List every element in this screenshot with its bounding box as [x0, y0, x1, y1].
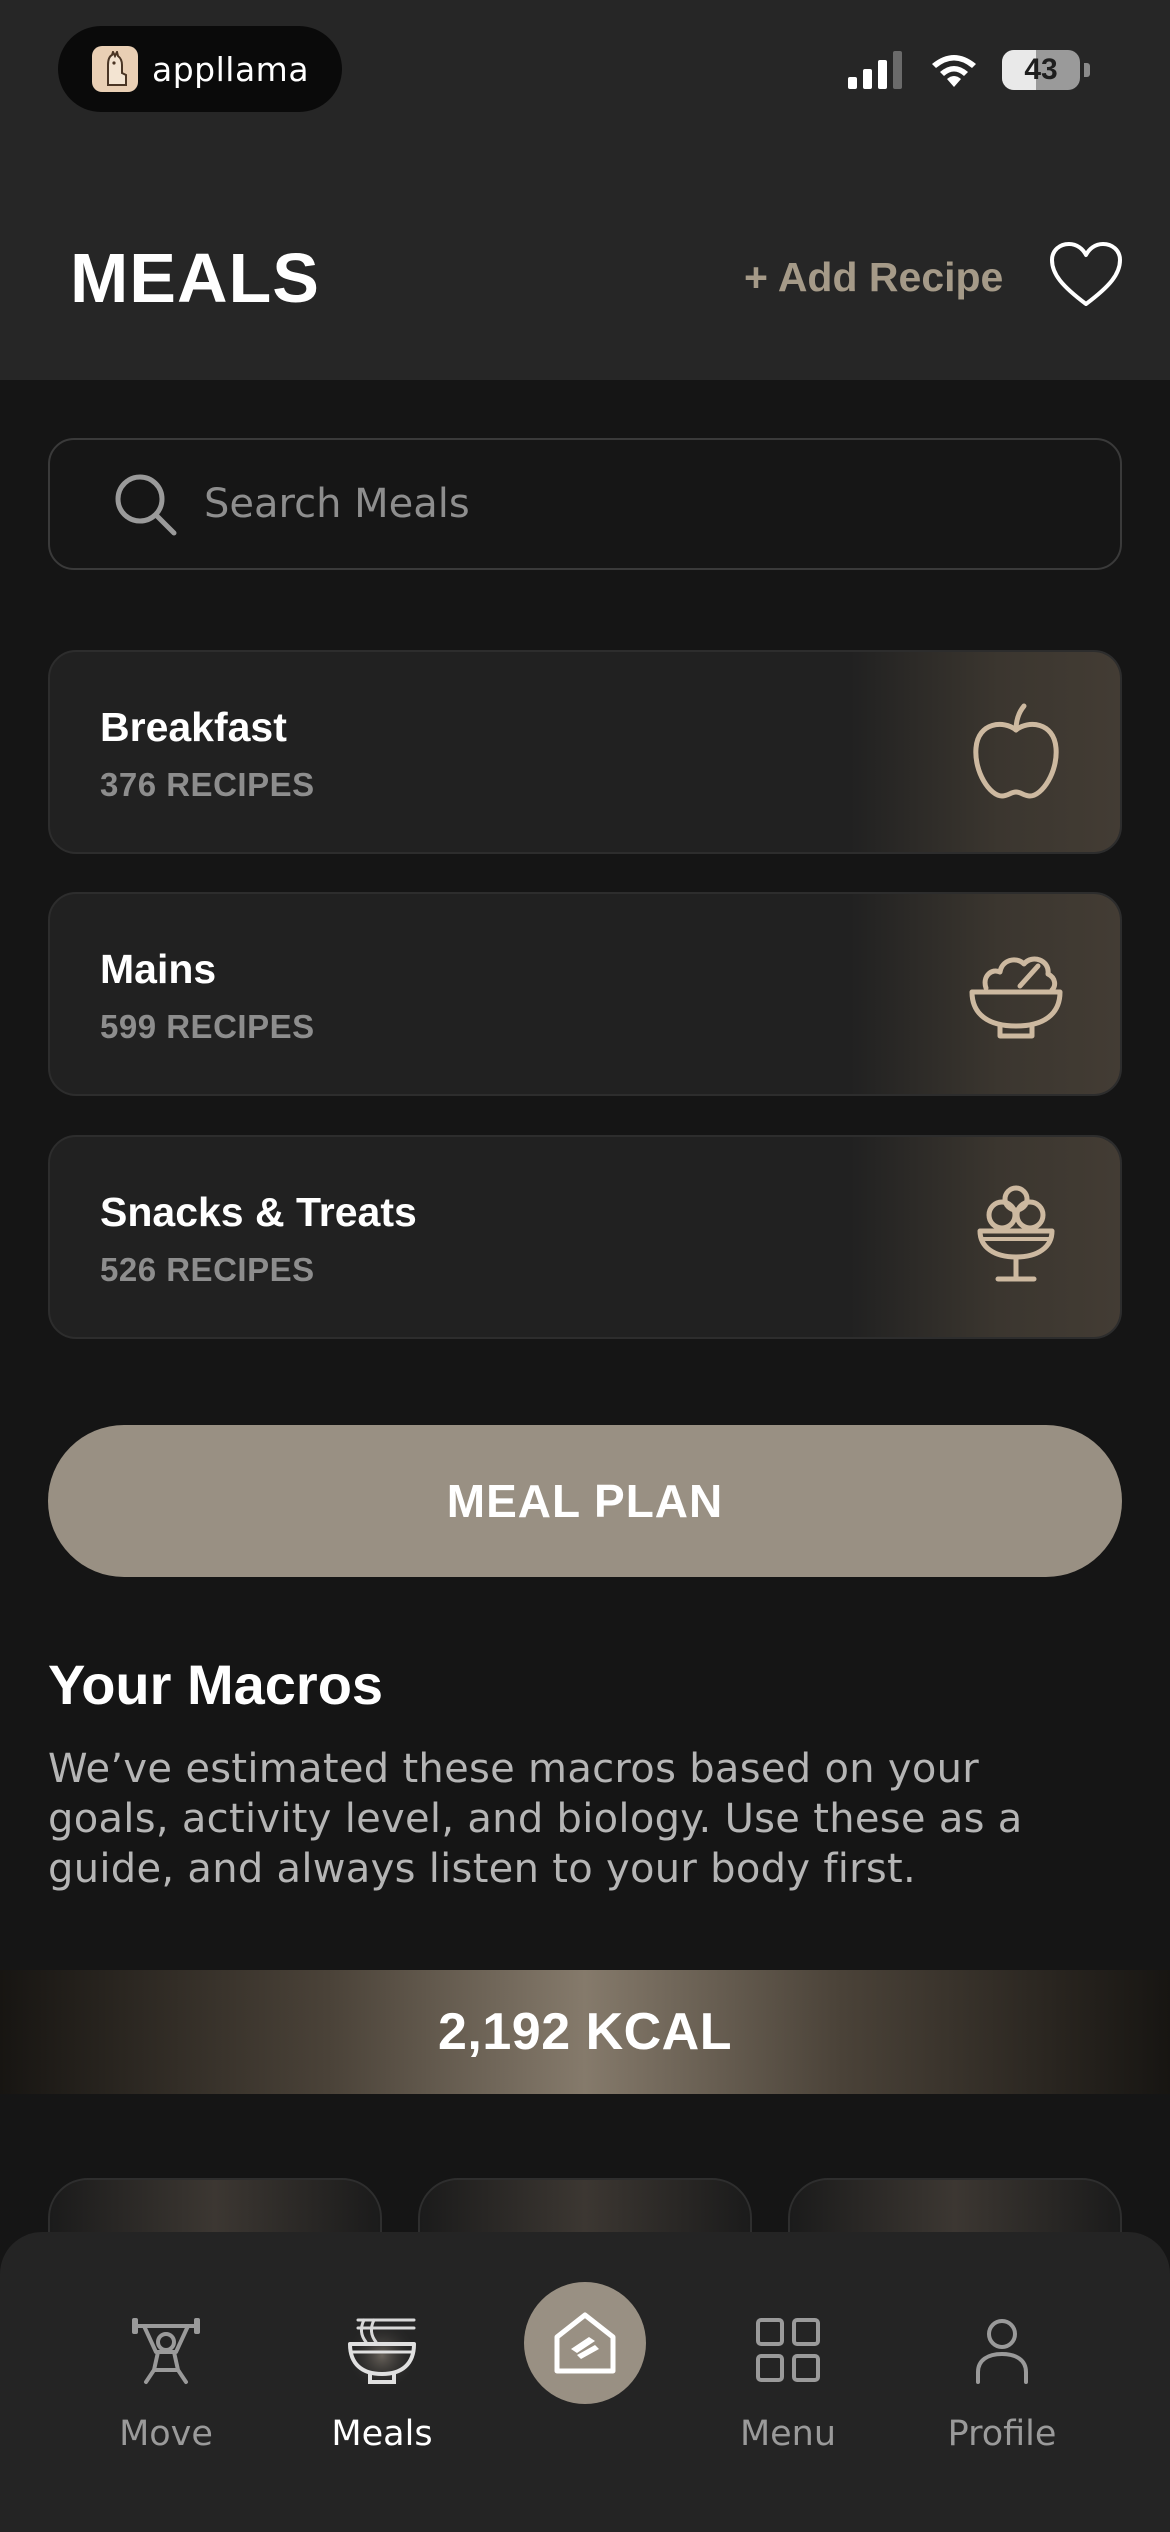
category-card-snacks[interactable]: Snacks & Treats 526 RECIPES — [48, 1135, 1122, 1339]
heart-icon[interactable] — [1048, 240, 1124, 310]
category-title: Snacks & Treats — [100, 1189, 417, 1235]
macros-description: We’ve estimated these macros based on yo… — [48, 1746, 1023, 1892]
ice-cream-icon — [977, 1185, 1055, 1282]
tab-label: Profile — [947, 2414, 1057, 2454]
signal-icon — [848, 51, 902, 89]
category-count: 599 RECIPES — [100, 1008, 315, 1045]
category-title: Breakfast — [100, 704, 287, 750]
home-logo-icon — [554, 2312, 616, 2374]
kcal-value: 2,192 KCAL — [438, 2003, 732, 2061]
tab-menu[interactable]: Menu — [698, 2312, 878, 2472]
header: appllama 43 MEALS + Add Recipe — [0, 0, 1170, 380]
person-icon — [976, 2319, 1028, 2384]
category-count: 376 RECIPES — [100, 766, 315, 803]
kcal-banner: 2,192 KCAL — [0, 1970, 1170, 2094]
battery-nub — [1084, 63, 1090, 77]
weightlifter-icon — [132, 2318, 200, 2384]
salad-bowl-icon — [969, 956, 1063, 1039]
search-icon — [115, 474, 177, 536]
tab-profile[interactable]: Profile — [912, 2312, 1092, 2472]
category-count: 526 RECIPES — [100, 1251, 315, 1288]
tab-meals[interactable]: Meals — [292, 2312, 472, 2472]
app-badge[interactable]: appllama — [58, 26, 342, 112]
battery-level: 43 — [1024, 53, 1058, 86]
apple-icon — [973, 703, 1059, 799]
llama-logo-icon — [92, 46, 138, 92]
tab-move[interactable]: Move — [76, 2312, 256, 2472]
status-icons: 43 — [848, 50, 1090, 90]
tab-label: Move — [119, 2414, 213, 2454]
page-title: MEALS — [70, 239, 320, 317]
noodle-bowl-icon — [346, 2316, 418, 2388]
tab-label: Menu — [739, 2414, 837, 2454]
tab-bar: Move Meals Menu Profile — [0, 2232, 1170, 2532]
search-bar[interactable] — [48, 438, 1122, 570]
meal-plan-button[interactable]: MEAL PLAN — [48, 1425, 1122, 1577]
app-badge-text: appllama — [152, 49, 310, 89]
grid-icon — [756, 2318, 820, 2382]
search-input[interactable] — [204, 481, 1004, 527]
wifi-icon — [932, 55, 976, 87]
category-title: Mains — [100, 946, 217, 992]
macros-title: Your Macros — [48, 1653, 384, 1716]
tab-label: Meals — [331, 2414, 433, 2454]
battery-indicator: 43 — [1002, 50, 1080, 90]
add-recipe-button[interactable]: + Add Recipe — [744, 254, 1003, 301]
category-card-breakfast[interactable]: Breakfast 376 RECIPES — [48, 650, 1122, 854]
home-button[interactable] — [524, 2282, 646, 2404]
category-card-mains[interactable]: Mains 599 RECIPES — [48, 892, 1122, 1096]
